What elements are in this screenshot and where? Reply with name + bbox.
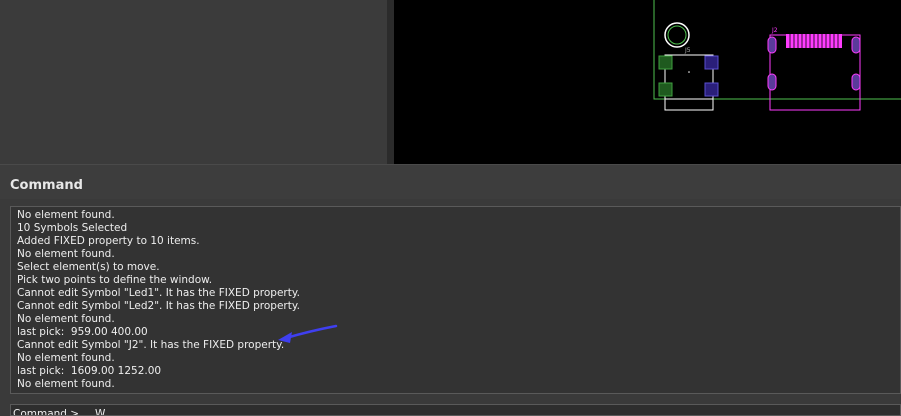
- log-line: Cannot edit Symbol "Led1". It has the FI…: [17, 287, 300, 299]
- pcb-drawing: J5 J2: [653, 0, 901, 111]
- log-line: No element found.: [17, 209, 115, 221]
- j5-pad: [704, 82, 719, 97]
- log-line: last pick: 1609.00 1252.00: [17, 365, 162, 377]
- j2-mount-pad: [767, 36, 777, 54]
- log-line: last pick: 959.00 400.00: [17, 326, 148, 338]
- j2-label: J2: [771, 27, 778, 34]
- j2-mount-pad: [851, 36, 861, 54]
- command-input-row[interactable]: Command > W: [10, 404, 901, 416]
- panel-splitter[interactable]: [387, 0, 394, 164]
- j5-pad: [704, 55, 719, 70]
- log-line: No element found.: [17, 378, 115, 390]
- log-line: No element found.: [17, 313, 115, 325]
- j5-pad: [658, 82, 673, 97]
- log-line: Pick two points to define the window.: [17, 274, 213, 286]
- command-prompt-label: Command >: [13, 408, 80, 416]
- log-line: Added FIXED property to 10 items.: [17, 235, 200, 247]
- board-outline: [653, 0, 901, 100]
- j5-pad: [658, 55, 673, 70]
- j5-tab: [664, 98, 714, 111]
- left-panel: [0, 0, 387, 164]
- command-panel-header: Command: [0, 164, 901, 199]
- mounting-hole-inner: [667, 25, 687, 45]
- pcb-canvas[interactable]: J5 J2: [394, 0, 901, 164]
- command-log[interactable]: No element found. 10 Symbols Selected Ad…: [10, 206, 901, 394]
- log-line: No element found.: [17, 248, 115, 260]
- command-input[interactable]: W: [95, 408, 105, 415]
- annotation-arrow-icon: [278, 324, 338, 343]
- log-line: Cannot edit Symbol "J2". It has the FIXE…: [17, 339, 285, 351]
- mounting-hole: [664, 22, 690, 48]
- command-panel-title: Command: [10, 178, 83, 193]
- j2-mount-pad: [767, 73, 777, 91]
- log-line: No element found.: [17, 352, 115, 364]
- log-line: Cannot edit Symbol "Led2". It has the FI…: [17, 300, 300, 312]
- log-line: Select element(s) to move.: [17, 261, 160, 273]
- j5-label: J5: [684, 47, 691, 54]
- j2-mount-pad: [851, 73, 861, 91]
- log-line: 10 Symbols Selected: [17, 222, 128, 234]
